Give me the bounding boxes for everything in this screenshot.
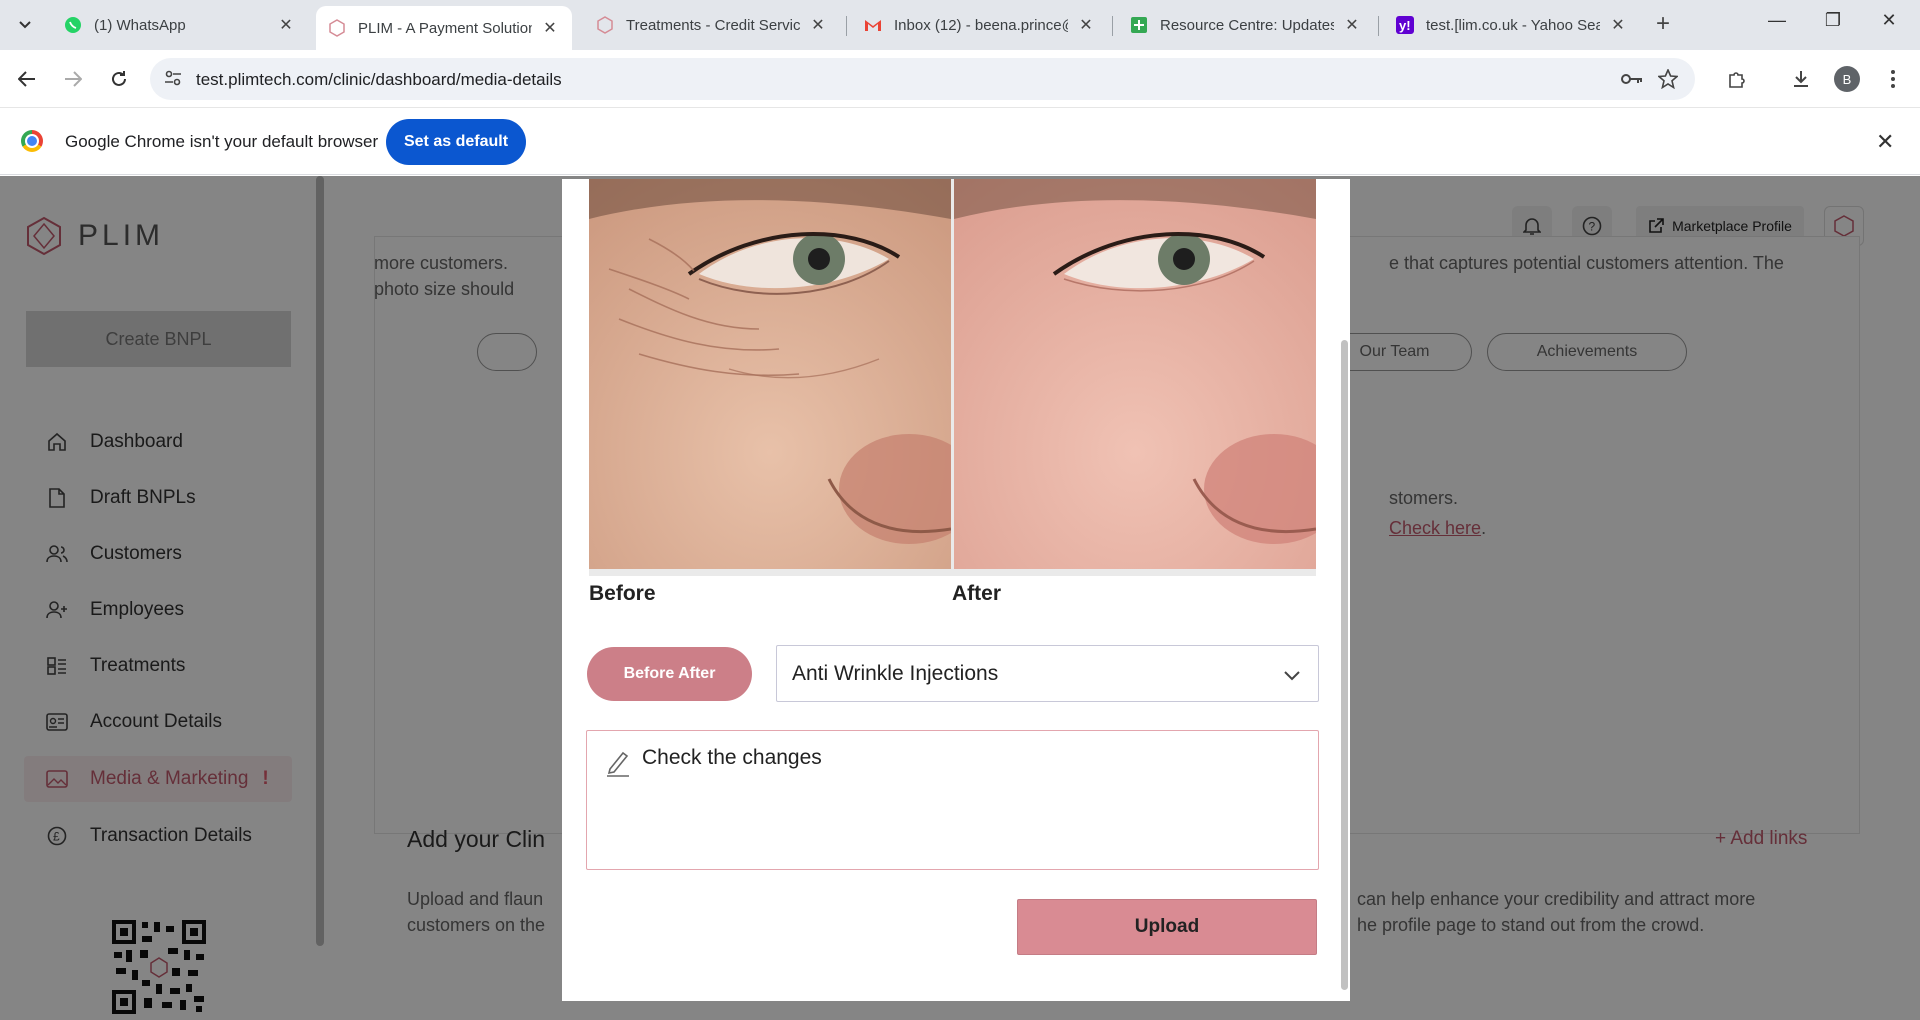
- tab-separator: [1112, 16, 1113, 36]
- tab-plim-active[interactable]: PLIM - A Payment Solution ✕: [316, 6, 572, 50]
- tab-title: Inbox (12) - beena.prince@: [894, 16, 1068, 34]
- browser-tab-strip: (1) WhatsApp ✕ PLIM - A Payment Solution…: [0, 0, 1920, 50]
- default-browser-infobar: Google Chrome isn't your default browser…: [0, 108, 1920, 175]
- bookmark-star-icon[interactable]: [1656, 68, 1680, 90]
- close-icon[interactable]: ✕: [276, 15, 296, 35]
- before-after-preview: [589, 179, 1316, 576]
- tab-treatments[interactable]: Treatments - Credit Service ✕: [584, 6, 840, 44]
- gmail-icon: [864, 16, 882, 34]
- more-vertical-icon[interactable]: [1880, 66, 1906, 92]
- download-icon[interactable]: [1788, 66, 1814, 92]
- tab-gmail[interactable]: Inbox (12) - beena.prince@ ✕: [852, 6, 1108, 44]
- address-bar[interactable]: test.plimtech.com/clinic/dashboard/media…: [150, 58, 1695, 100]
- url-text: test.plimtech.com/clinic/dashboard/media…: [196, 70, 562, 89]
- tab-yahoo[interactable]: y! test.[lim.co.uk - Yahoo Sear ✕: [1384, 6, 1640, 44]
- minimize-icon[interactable]: —: [1762, 10, 1792, 31]
- upload-button[interactable]: Upload: [1017, 899, 1317, 955]
- treatment-select[interactable]: Anti Wrinkle Injections: [776, 645, 1319, 702]
- back-arrow-icon[interactable]: [12, 64, 42, 94]
- browser-toolbar: test.plimtech.com/clinic/dashboard/media…: [0, 50, 1920, 108]
- before-after-type-button[interactable]: Before After: [587, 647, 752, 701]
- tab-title: Treatments - Credit Service: [626, 16, 800, 34]
- before-label: Before: [589, 582, 656, 605]
- svg-text:y!: y!: [1399, 18, 1411, 33]
- close-icon[interactable]: ✕: [1342, 15, 1362, 35]
- tab-title: PLIM - A Payment Solution: [358, 19, 532, 37]
- extensions-puzzle-icon[interactable]: [1724, 66, 1750, 92]
- infobar-message: Google Chrome isn't your default browser: [65, 132, 379, 151]
- tab-separator: [846, 16, 847, 36]
- after-label: After: [952, 582, 1002, 605]
- close-icon[interactable]: ✕: [808, 15, 828, 35]
- plim-icon: [328, 19, 346, 37]
- tab-separator: [1378, 16, 1379, 36]
- site-settings-icon[interactable]: [164, 69, 182, 92]
- after-photo: [954, 179, 1316, 569]
- profile-avatar[interactable]: B: [1834, 66, 1860, 92]
- reload-icon[interactable]: [104, 64, 134, 94]
- sheets-icon: [1130, 16, 1148, 34]
- close-icon[interactable]: ✕: [1608, 15, 1628, 35]
- forward-arrow-icon[interactable]: [58, 64, 88, 94]
- whatsapp-icon: [64, 16, 82, 34]
- tab-whatsapp[interactable]: (1) WhatsApp ✕: [52, 6, 308, 44]
- close-icon[interactable]: ✕: [1876, 129, 1894, 155]
- before-photo: [589, 179, 951, 569]
- tab-title: test.[lim.co.uk - Yahoo Sear: [1426, 16, 1600, 34]
- tab-resource-centre[interactable]: Resource Centre: Updates ✕: [1118, 6, 1374, 44]
- chrome-logo-icon: [21, 130, 43, 152]
- treatment-select-value: Anti Wrinkle Injections: [792, 661, 999, 685]
- plim-icon: [596, 16, 614, 34]
- tab-title: (1) WhatsApp: [94, 16, 186, 34]
- yahoo-icon: y!: [1396, 16, 1414, 34]
- restore-icon[interactable]: ❐: [1818, 10, 1848, 31]
- password-key-icon[interactable]: [1620, 68, 1644, 90]
- set-as-default-button[interactable]: Set as default: [386, 119, 526, 165]
- close-icon[interactable]: ✕: [1076, 15, 1096, 35]
- description-text: Check the changes: [642, 746, 822, 769]
- tab-search-chevron-icon[interactable]: [10, 12, 40, 38]
- pencil-icon: [605, 749, 631, 782]
- tab-title: Resource Centre: Updates: [1160, 16, 1334, 34]
- window-close-icon[interactable]: ✕: [1874, 10, 1904, 31]
- modal-scrollbar[interactable]: [1341, 340, 1348, 990]
- description-textarea[interactable]: Check the changes: [586, 730, 1319, 870]
- new-tab-button[interactable]: +: [1650, 12, 1676, 36]
- chevron-down-icon: [1284, 663, 1300, 687]
- close-icon[interactable]: ✕: [540, 18, 560, 38]
